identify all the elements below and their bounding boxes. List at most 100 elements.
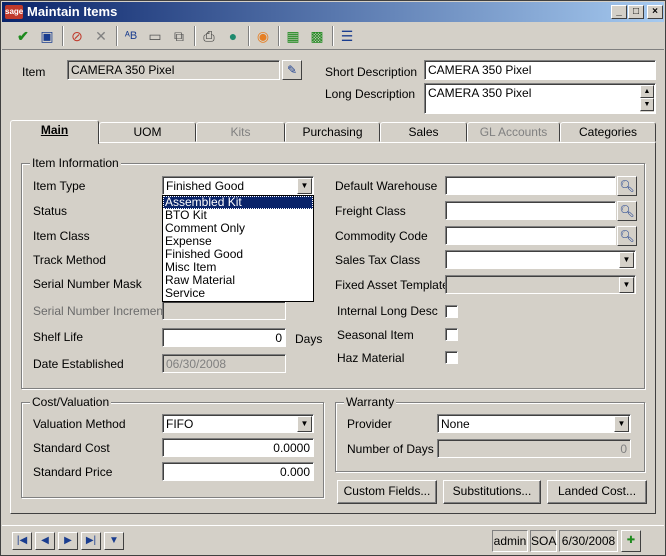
haz-material-checkbox[interactable] xyxy=(445,351,458,364)
number-of-days-label: Number of Days xyxy=(347,442,434,456)
tab-gl-accounts[interactable]: GL Accounts xyxy=(467,122,560,142)
spreadsheet-export-icon[interactable]: ▩ xyxy=(306,26,328,46)
printer-icon[interactable]: ⎙ xyxy=(198,26,220,46)
cancel-x-icon[interactable]: ✕ xyxy=(90,26,112,46)
number-of-days-field: 0 xyxy=(437,439,631,458)
item-label: Item xyxy=(22,65,46,79)
title-bar[interactable]: sage Maintain Items _ □ × xyxy=(2,2,664,22)
notes-add-icon[interactable]: ✚ xyxy=(621,530,641,552)
freight-class-search-icon[interactable]: 🔍︎ xyxy=(617,201,637,221)
track-method-label: Track Method xyxy=(33,253,106,267)
standard-price-label: Standard Price xyxy=(33,465,113,479)
internal-long-desc-label: Internal Long Desc xyxy=(337,304,438,318)
short-description-label: Short Description xyxy=(325,65,418,79)
sales-tax-class-select[interactable]: ▼ xyxy=(445,250,636,269)
seasonal-item-checkbox[interactable] xyxy=(445,328,458,341)
first-record-icon[interactable]: |◀ xyxy=(12,532,32,550)
valuation-method-value: FIFO xyxy=(166,417,194,431)
item-class-label: Item Class xyxy=(33,229,90,243)
last-record-icon[interactable]: ▶| xyxy=(81,532,101,550)
item-information-title: Item Information xyxy=(30,156,121,170)
tab-uom[interactable]: UOM xyxy=(99,122,196,142)
maximize-button[interactable]: □ xyxy=(628,5,644,19)
standard-price-field[interactable]: 0.000 xyxy=(162,462,314,481)
freight-class-label: Freight Class xyxy=(335,204,406,218)
toolbar-separator xyxy=(332,26,334,46)
serial-number-increment-field xyxy=(162,301,286,320)
freight-class-field[interactable] xyxy=(445,201,616,220)
sales-tax-class-label: Sales Tax Class xyxy=(335,253,421,267)
fixed-asset-template-label: Fixed Asset Template xyxy=(335,278,449,292)
warranty-title: Warranty xyxy=(344,395,397,409)
toolbar: ✔ ▣ ⊘ ✕ ᴬB ▭ ⧉ ⎙ ● ◉ ▦ ▩ ☰ xyxy=(2,23,664,50)
standard-cost-field[interactable]: 0.0000 xyxy=(162,438,314,457)
help-icon[interactable]: ● xyxy=(222,26,244,46)
cost-valuation-title: Cost/Valuation xyxy=(30,395,112,409)
toolbar-separator xyxy=(278,26,280,46)
spreadsheet-search-icon[interactable]: ▦ xyxy=(282,26,304,46)
valuation-method-label: Valuation Method xyxy=(33,417,126,431)
scroll-up-icon[interactable]: ▲ xyxy=(640,85,654,98)
toolbar-separator xyxy=(116,26,118,46)
default-warehouse-label: Default Warehouse xyxy=(335,179,438,193)
status-date: 6/30/2008 xyxy=(559,530,618,552)
color-wheel-icon[interactable]: ◉ xyxy=(252,26,274,46)
copy-icon[interactable]: ⧉ xyxy=(168,26,190,46)
minimize-button[interactable]: _ xyxy=(611,5,627,19)
fixed-asset-template-select[interactable]: ▼ xyxy=(445,275,636,294)
provider-value: None xyxy=(441,417,470,431)
standard-cost-label: Standard Cost xyxy=(33,441,110,455)
custom-fields-button[interactable]: Custom Fields... xyxy=(337,480,437,504)
chevron-down-icon[interactable]: ▼ xyxy=(297,178,312,194)
previous-record-icon[interactable]: ◀ xyxy=(35,532,55,550)
tab-main-label: Main xyxy=(40,123,69,137)
accept-check-icon[interactable]: ✔ xyxy=(12,26,34,46)
shelf-life-unit: Days xyxy=(295,332,323,346)
toolbar-separator xyxy=(194,26,196,46)
tab-main[interactable]: Main xyxy=(10,120,99,144)
delete-no-icon[interactable]: ⊘ xyxy=(66,26,88,46)
scroll-down-icon[interactable]: ▼ xyxy=(640,98,654,111)
tab-kits[interactable]: Kits xyxy=(196,122,285,142)
item-field[interactable]: CAMERA 350 Pixel xyxy=(67,60,280,80)
item-lookup-icon[interactable]: ✎ xyxy=(282,60,302,80)
provider-label: Provider xyxy=(347,417,392,431)
next-record-icon[interactable]: ▶ xyxy=(58,532,78,550)
save-disk-icon[interactable]: ▣ xyxy=(36,26,58,46)
valuation-method-select[interactable]: FIFO ▼ xyxy=(162,414,314,433)
short-description-field[interactable]: CAMERA 350 Pixel xyxy=(424,60,656,80)
default-warehouse-field[interactable] xyxy=(445,176,616,195)
item-type-dropdown-list: Assembled Kit BTO Kit Comment Only Expen… xyxy=(162,195,314,302)
status-user: admin xyxy=(492,530,528,552)
report-list-icon[interactable]: ☰ xyxy=(336,26,358,46)
long-description-field[interactable]: CAMERA 350 Pixel xyxy=(424,83,656,114)
long-description-scrollbar[interactable]: ▲ ▼ xyxy=(640,85,654,112)
chevron-down-icon[interactable]: ▼ xyxy=(619,277,634,293)
item-type-label: Item Type xyxy=(33,179,86,193)
internal-long-desc-checkbox[interactable] xyxy=(445,305,458,318)
chevron-down-icon[interactable]: ▼ xyxy=(619,252,634,268)
status-label: Status xyxy=(33,204,68,218)
rename-icon[interactable]: ᴬB xyxy=(120,26,142,46)
item-type-option[interactable]: Service xyxy=(163,287,313,300)
tab-categories[interactable]: Categories xyxy=(560,122,656,142)
shelf-life-label: Shelf Life xyxy=(33,330,84,344)
substitutions-button[interactable]: Substitutions... xyxy=(443,480,541,504)
seasonal-item-label: Seasonal Item xyxy=(337,328,414,342)
commodity-code-search-icon[interactable]: 🔍︎ xyxy=(617,226,637,246)
tab-sales[interactable]: Sales xyxy=(380,122,467,142)
landed-cost-button[interactable]: Landed Cost... xyxy=(547,480,647,504)
commodity-code-field[interactable] xyxy=(445,226,616,245)
tab-purchasing[interactable]: Purchasing xyxy=(285,122,380,142)
provider-select[interactable]: None ▼ xyxy=(437,414,631,433)
shelf-life-field[interactable]: 0 xyxy=(162,328,286,347)
item-type-select[interactable]: Finished Good ▼ xyxy=(162,176,314,195)
close-button[interactable]: × xyxy=(647,5,663,19)
default-warehouse-search-icon[interactable]: 🔍︎ xyxy=(617,176,637,196)
serial-number-increment-label: Serial Number Increment xyxy=(33,304,167,318)
new-page-icon[interactable]: ▭ xyxy=(144,26,166,46)
window-title: Maintain Items xyxy=(27,4,118,19)
chevron-down-icon[interactable]: ▼ xyxy=(614,416,629,432)
chevron-down-icon[interactable]: ▼ xyxy=(297,416,312,432)
filter-funnel-icon[interactable]: ▼ xyxy=(104,532,124,550)
